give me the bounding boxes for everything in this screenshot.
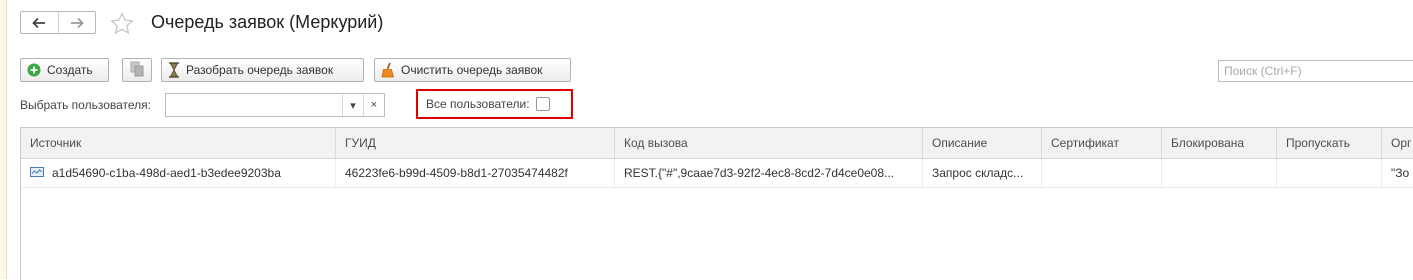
navigation-buttons xyxy=(20,11,96,34)
page-title: Очередь заявок (Меркурий) xyxy=(151,12,384,32)
parse-queue-label: Разобрать очередь заявок xyxy=(186,63,334,77)
cell-guid: 46223fe6-b99d-4509-b8d1-27035474482f xyxy=(336,159,615,187)
select-user-field: ▾ × xyxy=(165,93,385,117)
cell-source-text: a1d54690-c1ba-498d-aed1-b3edee9203ba xyxy=(52,166,281,180)
create-button-label: Создать xyxy=(47,63,93,77)
cell-source: a1d54690-c1ba-498d-aed1-b3edee9203ba xyxy=(21,159,336,187)
table-row[interactable]: a1d54690-c1ba-498d-aed1-b3edee9203ba 462… xyxy=(21,159,1413,188)
column-header-source[interactable]: Источник xyxy=(21,128,336,158)
plus-circle-icon xyxy=(27,63,41,77)
select-user-dropdown-button[interactable]: ▾ xyxy=(342,94,363,116)
all-users-checkbox[interactable] xyxy=(535,97,550,111)
requests-table: Источник ГУИД Код вызова Описание Сертиф… xyxy=(20,127,1413,280)
column-header-certificate[interactable]: Сертификат xyxy=(1042,128,1162,158)
cell-description: Запрос складс... xyxy=(923,159,1042,187)
clear-queue-label: Очистить очередь заявок xyxy=(401,63,543,77)
copy-button[interactable] xyxy=(122,58,152,82)
parse-queue-button[interactable]: Разобрать очередь заявок xyxy=(161,58,364,82)
hourglass-icon xyxy=(168,62,180,78)
select-user-label: Выбрать пользователя: xyxy=(20,98,151,112)
table-header: Источник ГУИД Код вызова Описание Сертиф… xyxy=(21,128,1413,159)
cell-organization: "Зо xyxy=(1382,159,1413,187)
favorite-star-button[interactable] xyxy=(109,11,135,37)
select-user-clear-button[interactable]: × xyxy=(363,94,384,116)
column-header-skip[interactable]: Пропускать xyxy=(1277,128,1382,158)
column-header-guid[interactable]: ГУИД xyxy=(336,128,615,158)
star-icon xyxy=(109,12,135,40)
all-users-highlight: Все пользователи: xyxy=(416,89,573,119)
column-header-description[interactable]: Описание xyxy=(923,128,1042,158)
arrow-right-icon xyxy=(70,17,84,29)
arrow-left-icon xyxy=(32,17,46,29)
all-users-label: Все пользователи: xyxy=(426,97,530,111)
forward-button[interactable] xyxy=(57,12,96,33)
create-button[interactable]: Создать xyxy=(20,58,109,82)
cell-blocked xyxy=(1162,159,1277,187)
close-icon: × xyxy=(370,99,378,111)
back-button[interactable] xyxy=(21,12,58,33)
clear-queue-button[interactable]: Очистить очередь заявок xyxy=(374,58,571,82)
search-input[interactable] xyxy=(1218,60,1413,82)
cell-skip xyxy=(1277,159,1382,187)
column-header-blocked[interactable]: Блокирована xyxy=(1162,128,1277,158)
copy-icon xyxy=(130,61,144,80)
broom-icon xyxy=(381,62,395,78)
select-user-input[interactable] xyxy=(166,94,342,116)
cell-certificate xyxy=(1042,159,1162,187)
column-header-organization[interactable]: Орг xyxy=(1382,128,1413,158)
column-header-call-code[interactable]: Код вызова xyxy=(615,128,923,158)
chevron-down-icon: ▾ xyxy=(350,99,356,112)
left-panel-edge xyxy=(0,0,7,279)
cell-call-code: REST.{"#",9caae7d3-92f2-4ec8-8cd2-7d4ce0… xyxy=(615,159,923,187)
document-row-icon xyxy=(30,159,44,187)
